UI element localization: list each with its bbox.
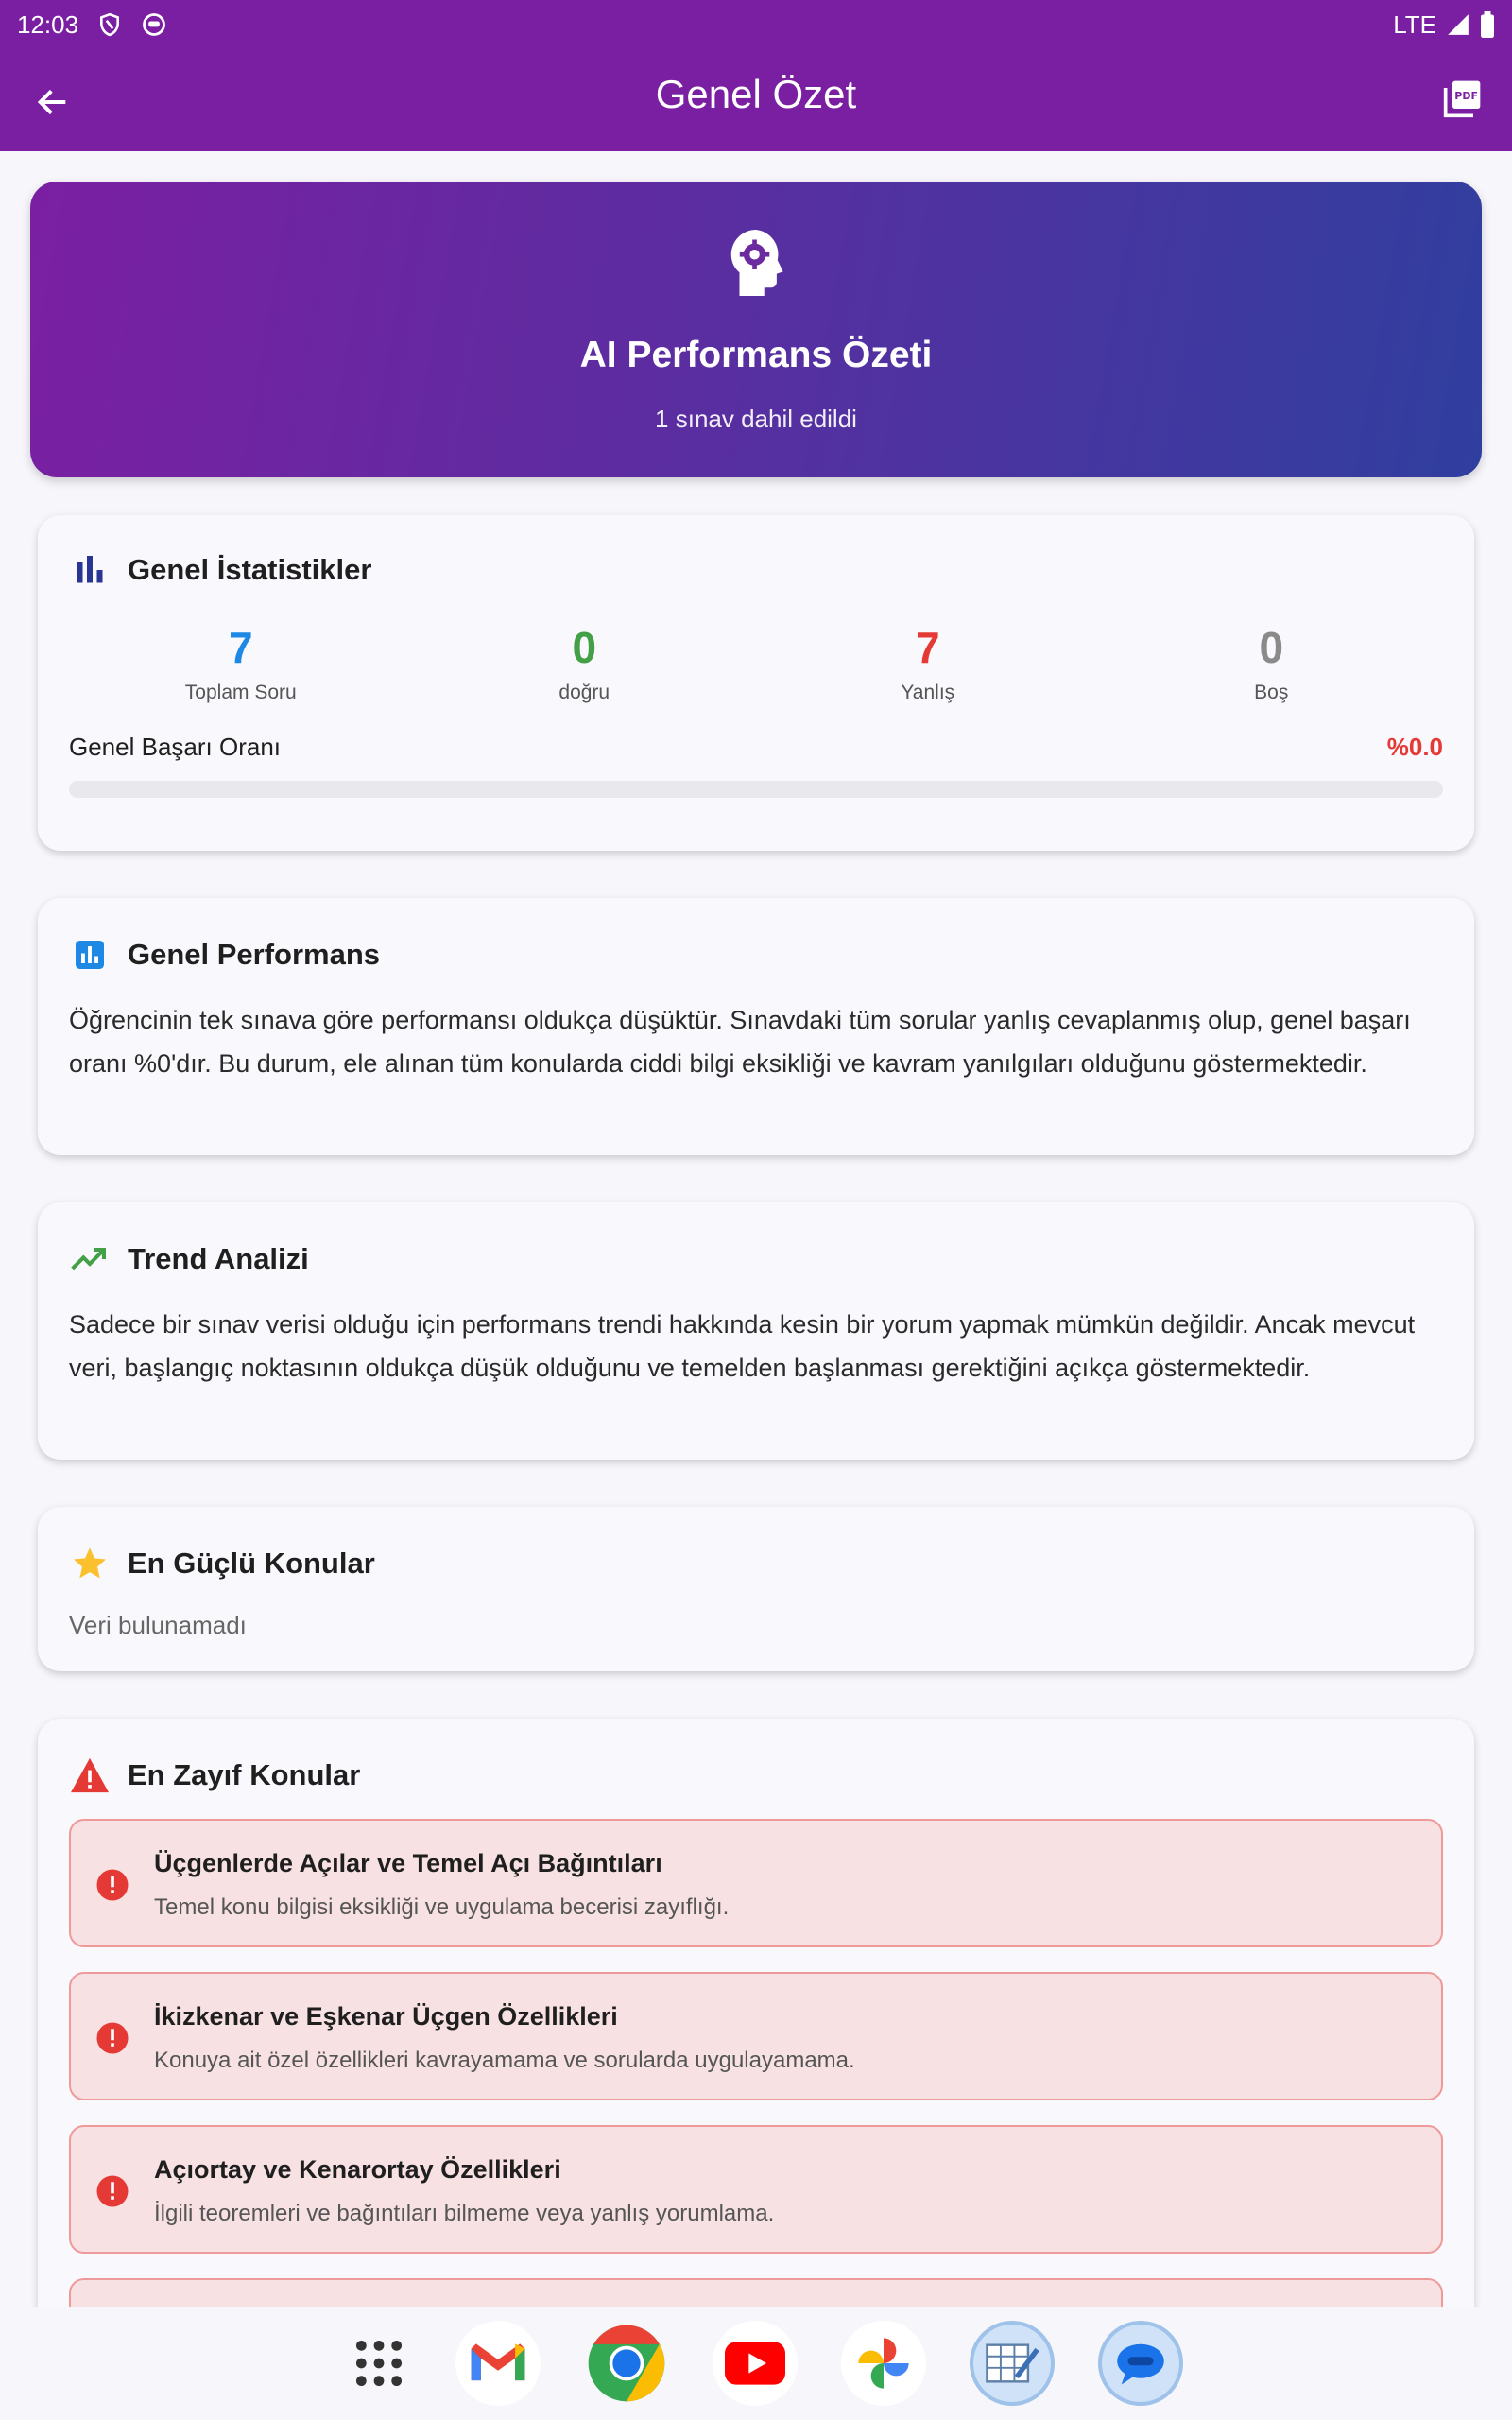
messages-app[interactable] [1098, 2321, 1183, 2406]
weak-topic-title: Üçgenlerde Açılar ve Temel Açı Bağıntıla… [154, 1849, 662, 1877]
performance-text: Öğrencinin tek sınava göre performansı o… [69, 1006, 1411, 1078]
sheets-app-icon [986, 2343, 1040, 2383]
youtube-app[interactable] [713, 2321, 798, 2406]
pdf-icon: PDF [1443, 80, 1481, 118]
weak-topic-desc: İlgili teoremleri ve bağıntıları bilmeme… [154, 2201, 775, 2226]
empty-state-text: Veri bulunamadı [69, 1611, 247, 1639]
star-icon [74, 1547, 106, 1579]
error-icon [96, 1869, 129, 1901]
apps-grid-icon [355, 2340, 403, 2387]
stat-wrong: 7 Yanlış [756, 623, 1100, 704]
card-title: Genel Performans [128, 938, 381, 971]
stat-label: Toplam Soru [184, 682, 297, 703]
gmail-app[interactable] [455, 2321, 541, 2406]
analytics-icon [76, 941, 104, 969]
success-rate-value: %0.0 [1386, 733, 1443, 761]
weak-topic-item[interactable]: İkizkenar ve Eşkenar Üçgen Özellikleri K… [69, 1972, 1443, 2100]
status-bar: 12:03 LTE [0, 0, 1512, 49]
trending-up-icon [71, 1248, 106, 1270]
hero-title: AI Performans Özeti [579, 335, 933, 375]
youtube-icon [725, 2342, 785, 2385]
hero-subtitle: 1 sınav dahil edildi [655, 405, 857, 433]
chrome-app[interactable] [584, 2321, 669, 2406]
ai-summary-header: AI Performans Özeti 1 sınav dahil edildi [30, 182, 1482, 477]
notification-face-icon [143, 13, 165, 36]
weak-topic-title: İkizkenar ve Eşkenar Üçgen Özellikleri [154, 2002, 618, 2031]
general-stats-card: Genel İstatistikler 7 Toplam Soru 0 doğr… [38, 515, 1474, 851]
stat-value: 0 [572, 623, 597, 672]
page-title: Genel Özet [655, 72, 857, 116]
card-title: En Güçlü Konular [128, 1547, 375, 1580]
weak-topic-item[interactable]: Üçgenlerde Açılar ve Temel Açı Bağıntıla… [69, 1819, 1443, 1947]
stat-label: doğru [558, 682, 610, 703]
warning-icon [71, 1757, 109, 1793]
success-rate-row: Genel Başarı Oranı %0.0 [69, 733, 1443, 762]
weak-topic-title: Açıortay ve Kenarortay Özellikleri [154, 2155, 561, 2184]
psychology-icon [730, 230, 783, 296]
success-rate-progress [69, 781, 1443, 798]
stats-row: 7 Toplam Soru 0 doğru 7 Yanlış 0 Boş [69, 623, 1443, 704]
app-bar: 12:03 LTE Genel Özet PDF [0, 0, 1512, 151]
shield-icon [100, 12, 120, 37]
photos-icon [858, 2338, 909, 2389]
toolbar: Genel Özet PDF [0, 49, 1512, 151]
chrome-icon [588, 2325, 665, 2402]
stat-value: 0 [1259, 623, 1284, 672]
gmail-icon [471, 2343, 525, 2381]
weak-topic-item[interactable]: Açıortay ve Kenarortay Özellikleri İlgil… [69, 2125, 1443, 2254]
stat-value: 7 [228, 623, 253, 672]
messages-icon [1117, 2343, 1164, 2385]
battery-icon [1481, 11, 1494, 38]
trend-text: Sadece bir sınav verisi olduğu için perf… [69, 1310, 1416, 1382]
weak-topic-desc: Temel konu bilgisi eksikliği ve uygulama… [154, 1894, 730, 1920]
error-icon [96, 2022, 129, 2054]
success-rate-label: Genel Başarı Oranı [69, 733, 281, 761]
card-title: En Zayıf Konular [128, 1758, 361, 1791]
svg-text:PDF: PDF [1454, 90, 1478, 102]
error-icon [96, 2175, 129, 2207]
card-title: Trend Analizi [128, 1242, 309, 1275]
weakest-topics-card: En Zayıf Konular Üçgenlerde Açılar ve Te… [38, 1719, 1474, 2407]
network-type: LTE [1393, 9, 1436, 39]
stat-label: Yanlış [901, 682, 955, 703]
trend-analysis-card: Trend Analizi Sadece bir sınav verisi ol… [38, 1202, 1474, 1460]
stat-empty: 0 Boş [1100, 623, 1444, 704]
strongest-topics-card: En Güçlü Konular Veri bulunamadı [38, 1507, 1474, 1671]
bar-chart-icon [77, 556, 103, 583]
signal-icon [1448, 14, 1469, 35]
status-time: 12:03 [17, 9, 79, 39]
weak-topic-desc: Konuya ait özel özellikleri kavrayamama … [154, 2048, 855, 2073]
app-dock [0, 2307, 1512, 2420]
stat-correct: 0 doğru [413, 623, 757, 704]
apps-grid-button[interactable] [336, 2321, 421, 2406]
stat-total: 7 Toplam Soru [69, 623, 413, 704]
stat-value: 7 [915, 623, 940, 672]
spreadsheet-app[interactable] [970, 2321, 1055, 2406]
general-performance-card: Genel Performans Öğrencinin tek sınava g… [38, 898, 1474, 1155]
card-title: Genel İstatistikler [128, 553, 372, 586]
photos-app[interactable] [841, 2321, 926, 2406]
export-pdf-button[interactable]: PDF [1435, 70, 1491, 127]
stat-label: Boş [1254, 682, 1289, 703]
